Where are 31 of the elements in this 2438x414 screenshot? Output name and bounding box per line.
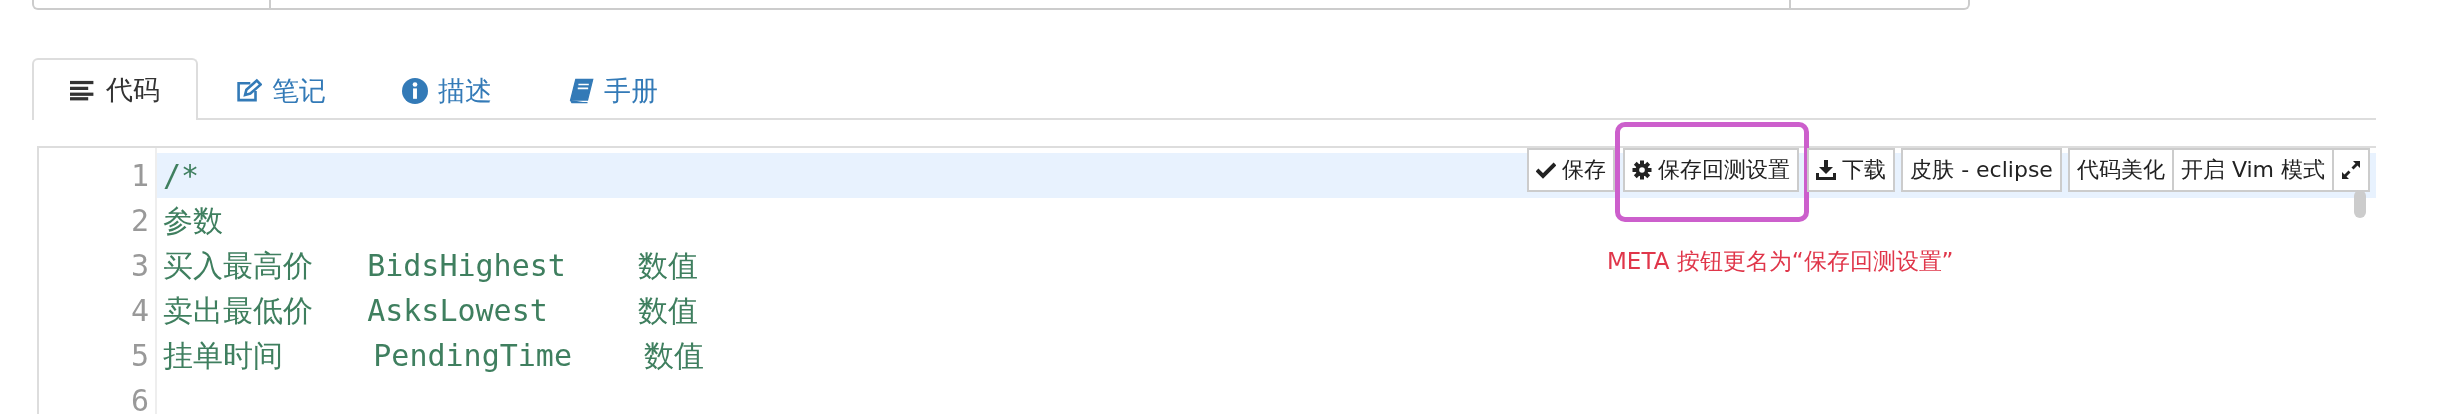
tab[interactable]: 代码 xyxy=(32,58,198,120)
download-icon xyxy=(1816,160,1837,180)
line-number: 5 xyxy=(129,337,150,375)
toolbar-button[interactable]: 保存 xyxy=(1527,148,1616,192)
info-icon xyxy=(402,78,428,104)
code-line: 挂单时间 PendingTime 数值 xyxy=(163,338,705,373)
book-icon xyxy=(568,78,594,104)
tab[interactable]: 笔记 xyxy=(198,60,364,120)
annotation-text: META 按钮更名为“保存回测设置” xyxy=(1607,247,1954,276)
toolbar-button[interactable]: 皮肤 - eclipse xyxy=(1901,148,2062,192)
tab[interactable]: 手册 xyxy=(530,60,696,120)
toolbar-button[interactable]: 保存回测设置 xyxy=(1623,148,1800,192)
pencil-icon xyxy=(236,78,262,104)
scrollbar-thumb[interactable] xyxy=(2354,190,2366,218)
fullscreen-button[interactable] xyxy=(2332,148,2370,192)
line-number: 2 xyxy=(129,202,150,240)
toolbar-button[interactable]: 代码美化 xyxy=(2067,148,2174,192)
tab[interactable]: 描述 xyxy=(364,60,530,120)
line-number: 6 xyxy=(129,382,150,414)
code-line: 卖出最低价 AsksLowest 数值 xyxy=(163,293,699,328)
line-number: 4 xyxy=(129,292,150,330)
line-number: 3 xyxy=(129,247,150,285)
line-number: 1 xyxy=(129,157,150,195)
settings-icon xyxy=(1632,160,1653,180)
expand-icon xyxy=(2341,160,2361,180)
code-line: 参数 xyxy=(163,203,223,238)
toolbar-button[interactable]: 开启 Vim 模式 xyxy=(2171,148,2334,192)
check-icon xyxy=(1536,160,1557,180)
toolbar-button[interactable]: 下载 xyxy=(1807,148,1896,192)
code-line: 买入最高价 BidsHighest 数值 xyxy=(163,248,699,283)
code-line: /* xyxy=(163,158,200,193)
